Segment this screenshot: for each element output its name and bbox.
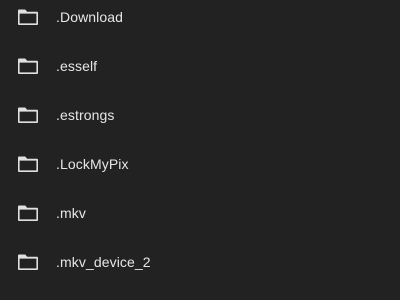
folder-name: .mkv (56, 204, 86, 221)
folder-name: .Download (56, 8, 124, 25)
folder-icon (17, 253, 39, 271)
folder-item-estrongs[interactable]: .estrongs (0, 90, 400, 139)
folder-item-mkv[interactable]: .mkv (0, 188, 400, 237)
folder-name: .esself (56, 57, 98, 74)
folder-name: .LockMyPix (56, 155, 129, 172)
folder-item-esself[interactable]: .esself (0, 41, 400, 90)
folder-item-mkv-device-2[interactable]: .mkv_device_2 (0, 237, 400, 286)
folder-icon (17, 204, 39, 222)
folder-item-lockmypix[interactable]: .LockMyPix (0, 139, 400, 188)
file-browser: .Download .esself .estrongs .LockMyPix .… (0, 0, 400, 300)
folder-icon (17, 155, 39, 173)
folder-icon (17, 8, 39, 26)
folder-icon (17, 57, 39, 75)
folder-list: .Download .esself .estrongs .LockMyPix .… (0, 0, 400, 286)
folder-name: .mkv_device_2 (56, 253, 151, 270)
folder-name: .estrongs (56, 106, 115, 123)
folder-icon (17, 106, 39, 124)
folder-item-download[interactable]: .Download (0, 0, 400, 41)
